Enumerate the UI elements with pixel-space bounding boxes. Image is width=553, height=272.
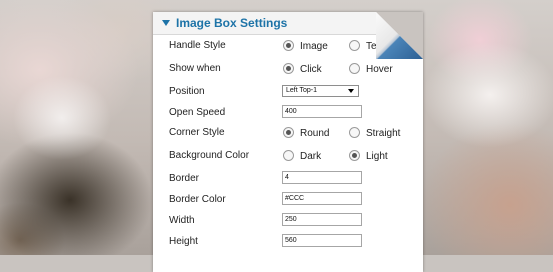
setting-row-open-speed: Open Speed 400 xyxy=(153,105,423,123)
setting-label: Position xyxy=(169,86,205,97)
radio-label: Click xyxy=(300,64,322,75)
setting-label: Handle Style xyxy=(169,40,226,51)
setting-label: Border Color xyxy=(169,194,226,205)
dropdown-arrow-icon[interactable] xyxy=(348,89,354,93)
radio-option-image[interactable]: Image xyxy=(283,40,328,52)
panel-title: Image Box Settings xyxy=(176,16,288,30)
radio-checked-icon[interactable] xyxy=(349,150,360,161)
radio-label: Image xyxy=(300,41,328,52)
setting-row-height: Height 560 xyxy=(153,234,423,252)
radio-label: Round xyxy=(300,128,330,139)
radio-option-click[interactable]: Click xyxy=(283,63,322,75)
setting-label: Border xyxy=(169,173,200,184)
position-select[interactable]: Left Top-1 xyxy=(282,85,359,97)
radio-option-hover[interactable]: Hover xyxy=(349,63,393,75)
open-speed-input[interactable]: 400 xyxy=(282,105,362,118)
radio-unchecked-icon[interactable] xyxy=(349,63,360,74)
setting-row-position: Position Left Top-1 xyxy=(153,84,423,102)
setting-label: Corner Style xyxy=(169,127,225,138)
radio-checked-icon[interactable] xyxy=(283,127,294,138)
select-value: Left Top-1 xyxy=(286,87,318,94)
radio-checked-icon[interactable] xyxy=(283,40,294,51)
radio-checked-icon[interactable] xyxy=(283,63,294,74)
setting-label: Width xyxy=(169,215,195,226)
border-color-input[interactable]: #CCC xyxy=(282,192,362,205)
radio-unchecked-icon[interactable] xyxy=(283,150,294,161)
radio-label: Straight xyxy=(366,128,401,139)
setting-row-border: Border 4 xyxy=(153,171,423,189)
radio-label: Dark xyxy=(300,151,322,162)
setting-label: Open Speed xyxy=(169,107,226,118)
radio-label: Hover xyxy=(366,64,393,75)
setting-row-background-color: Background Color Dark Light xyxy=(153,148,423,166)
setting-row-corner-style: Corner Style Round Straight xyxy=(153,125,423,143)
setting-row-width: Width 250 xyxy=(153,213,423,231)
radio-label: Light xyxy=(366,151,388,162)
radio-option-straight[interactable]: Straight xyxy=(349,127,400,139)
height-input[interactable]: 560 xyxy=(282,234,362,247)
setting-label: Background Color xyxy=(169,150,250,161)
radio-option-dark[interactable]: Dark xyxy=(283,150,321,162)
radio-unchecked-icon[interactable] xyxy=(349,40,360,51)
border-input[interactable]: 4 xyxy=(282,171,362,184)
radio-option-round[interactable]: Round xyxy=(283,127,329,139)
width-input[interactable]: 250 xyxy=(282,213,362,226)
page-curl-corner[interactable] xyxy=(376,12,423,59)
setting-row-border-color: Border Color #CCC xyxy=(153,192,423,210)
setting-label: Show when xyxy=(169,63,221,74)
radio-unchecked-icon[interactable] xyxy=(349,127,360,138)
setting-label: Height xyxy=(169,236,198,247)
setting-row-show-when: Show when Click Hover xyxy=(153,61,423,79)
radio-option-light[interactable]: Light xyxy=(349,150,388,162)
collapse-triangle-icon[interactable] xyxy=(162,19,170,26)
